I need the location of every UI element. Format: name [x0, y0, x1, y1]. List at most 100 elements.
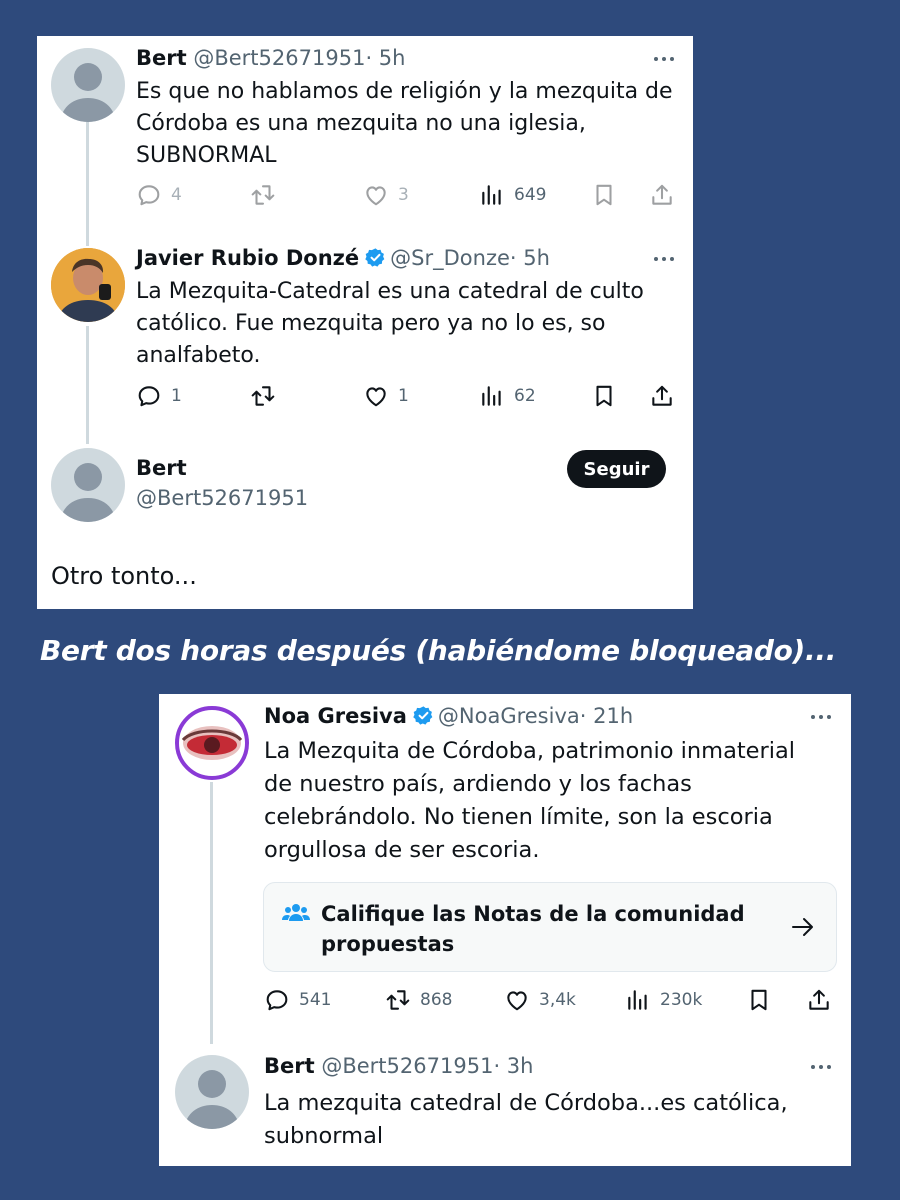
tweet-text-line: SUBNORMAL: [136, 143, 277, 168]
verified-badge-icon[interactable]: [365, 247, 386, 268]
like-icon: [363, 383, 389, 409]
reply-count: 1: [171, 386, 182, 406]
community-notes-icon: [282, 904, 310, 921]
reply-button[interactable]: 1: [136, 381, 182, 411]
bookmark-button[interactable]: [591, 381, 617, 411]
caption: Bert dos horas después (habiéndome bloqu…: [40, 634, 837, 667]
author-name[interactable]: Javier Rubio Donzé: [136, 246, 359, 270]
avatar-noa[interactable]: [175, 706, 249, 780]
tweet-header: Bert @Bert52671951· 5h: [136, 45, 405, 71]
retweet-button[interactable]: 868: [385, 985, 452, 1015]
bookmark-button[interactable]: [591, 180, 617, 210]
notes-label-line: propuestas: [321, 932, 455, 956]
bookmark-icon: [746, 987, 772, 1013]
tweet-text: Es que no hablamos de religión y la mezq…: [136, 76, 673, 172]
bookmark-icon: [591, 182, 617, 208]
tweet-actions: 541 868 3,4k 230k: [159, 985, 851, 1015]
retweet-icon: [385, 987, 411, 1013]
view-count: 649: [514, 185, 547, 205]
like-count: 3: [398, 185, 409, 205]
tweet-text-line: La Mezquita de Córdoba, patrimonio inmat…: [264, 738, 796, 764]
avatar-default[interactable]: [175, 1055, 249, 1129]
reply-icon: [136, 383, 162, 409]
profile-photo: [51, 248, 125, 322]
tweet-time[interactable]: · 5h: [510, 246, 550, 270]
tweet-actions: 4 3 649: [37, 180, 693, 210]
tweet-header: Noa Gresiva @NoaGresiva· 21h: [264, 703, 633, 729]
view-count: 62: [514, 386, 536, 406]
author-name[interactable]: Bert: [136, 46, 187, 70]
avatar-default[interactable]: [51, 448, 125, 522]
view-count: 230k: [660, 990, 703, 1010]
like-icon: [504, 987, 530, 1013]
tweet-text-line: La mezquita catedral de Córdoba...es cat…: [264, 1090, 788, 1116]
tweet-time[interactable]: · 3h: [493, 1054, 533, 1078]
verified-badge-icon[interactable]: [413, 705, 434, 726]
reply-button[interactable]: 541: [264, 985, 331, 1015]
like-button[interactable]: 3: [363, 180, 409, 210]
like-count: 1: [398, 386, 409, 406]
share-icon: [649, 182, 675, 208]
like-icon: [363, 182, 389, 208]
views-icon: [479, 383, 505, 409]
tweet-text-line: orgullosa de ser escoria.: [264, 837, 540, 863]
author-name[interactable]: Bert: [264, 1054, 315, 1078]
share-icon: [806, 987, 832, 1013]
more-icon[interactable]: [809, 1060, 833, 1074]
tweet-header: Bert @Bert52671951· 3h: [264, 1053, 533, 1079]
share-button[interactable]: [649, 381, 675, 411]
tweet-text-line: de nuestro país, ardiendo y los fachas: [264, 771, 692, 797]
share-button[interactable]: [649, 180, 675, 210]
retweet-button[interactable]: [250, 381, 276, 411]
views-icon: [625, 987, 651, 1013]
retweet-icon: [250, 182, 276, 208]
tweet-card-bottom: Noa Gresiva @NoaGresiva· 21h La Mezquita …: [159, 694, 851, 1166]
author-handle[interactable]: @Bert52671951: [321, 1054, 493, 1078]
tweet-text: La mezquita catedral de Córdoba...es cat…: [264, 1087, 788, 1153]
more-icon[interactable]: [652, 252, 676, 266]
tweet-text-line: subnormal: [264, 1123, 384, 1149]
reply-icon: [264, 987, 290, 1013]
more-icon[interactable]: [652, 52, 676, 66]
views-icon: [479, 182, 505, 208]
tweet-text-line: analfabeto.: [136, 343, 261, 368]
retweet-count: 868: [420, 990, 453, 1010]
reply-button[interactable]: 4: [136, 180, 182, 210]
views-button[interactable]: 62: [479, 381, 536, 411]
profile-handle[interactable]: @Bert52671951: [136, 486, 308, 510]
author-handle[interactable]: @Sr_Donze: [390, 246, 510, 270]
tweet-text-line: Es que no hablamos de religión y la mezq…: [136, 79, 673, 104]
default-avatar-icon: [175, 1055, 249, 1129]
tweet-time[interactable]: · 21h: [580, 704, 633, 728]
community-notes-label: Califique las Notas de la comunidad prop…: [321, 899, 745, 959]
tweet-text-line: Córdoba es una mezquita no una iglesia,: [136, 111, 586, 136]
like-button[interactable]: 1: [363, 381, 409, 411]
reply-count: 4: [171, 185, 182, 205]
notes-label-line: Califique las Notas de la comunidad: [321, 902, 745, 926]
community-notes-prompt[interactable]: Califique las Notas de la comunidad prop…: [263, 882, 837, 972]
tweet-text-line: católico. Fue mezquita pero ya no lo es,…: [136, 311, 606, 336]
like-button[interactable]: 3,4k: [504, 985, 576, 1015]
author-handle[interactable]: @NoaGresiva: [438, 704, 580, 728]
profile-name[interactable]: Bert: [136, 456, 187, 480]
tweet-text-line: La Mezquita-Catedral es una catedral de …: [136, 279, 644, 304]
follow-button[interactable]: Seguir: [567, 450, 666, 488]
tweet-time[interactable]: · 5h: [365, 46, 405, 70]
retweet-button[interactable]: [250, 180, 276, 210]
avatar-javier[interactable]: [51, 248, 125, 322]
avatar-default[interactable]: [51, 48, 125, 122]
default-avatar-icon: [51, 448, 125, 522]
bookmark-button[interactable]: [746, 985, 772, 1015]
share-button[interactable]: [806, 985, 832, 1015]
arrow-right-icon[interactable]: [790, 915, 816, 939]
reply-icon: [136, 182, 162, 208]
bookmark-icon: [591, 383, 617, 409]
views-button[interactable]: 649: [479, 180, 546, 210]
tweet-text: La Mezquita de Córdoba, patrimonio inmat…: [264, 735, 795, 867]
author-name[interactable]: Noa Gresiva: [264, 704, 407, 728]
share-icon: [649, 383, 675, 409]
more-icon[interactable]: [809, 710, 833, 724]
views-button[interactable]: 230k: [625, 985, 702, 1015]
reply-text: Otro tonto...: [51, 562, 197, 590]
author-handle[interactable]: @Bert52671951: [193, 46, 365, 70]
